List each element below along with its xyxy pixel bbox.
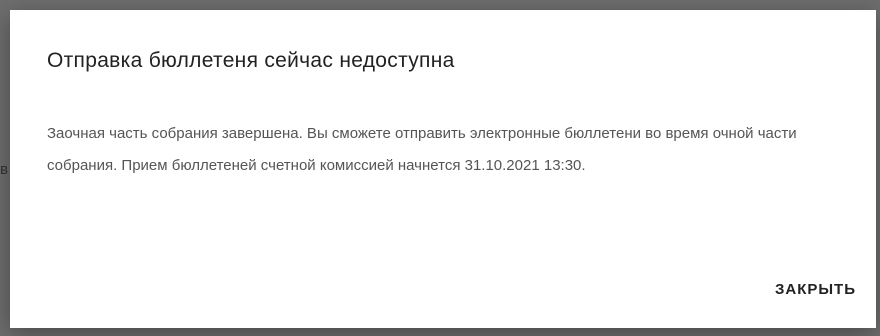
dialog-actions: ЗАКРЫТЬ [773,275,858,304]
close-button[interactable]: ЗАКРЫТЬ [773,275,858,304]
dialog-title: Отправка бюллетеня сейчас недоступна [47,49,455,72]
unavailable-dialog: Отправка бюллетеня сейчас недоступна Зао… [10,10,876,328]
background-text-fragment: в [0,161,8,178]
dialog-message: Заочная часть собрания завершена. Вы смо… [47,125,797,174]
